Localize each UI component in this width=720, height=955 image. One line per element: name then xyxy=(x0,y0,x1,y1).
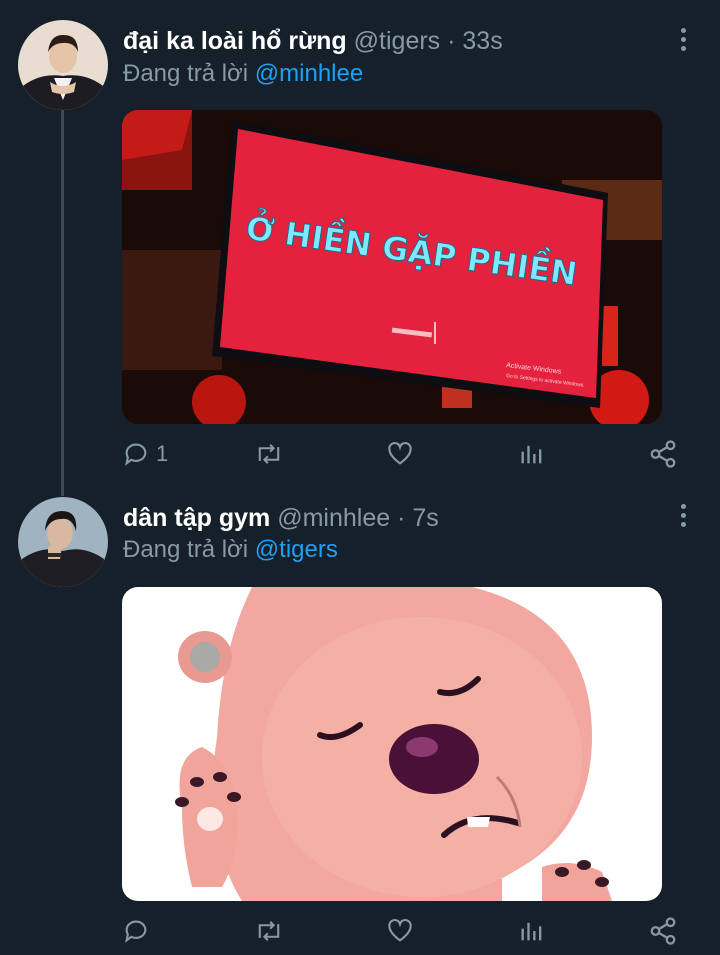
like-icon xyxy=(388,918,412,942)
retweet-button[interactable] xyxy=(254,437,290,471)
analytics-button[interactable] xyxy=(518,914,546,948)
replying-to: Đang trả lời @tigers xyxy=(123,535,338,565)
tweet-image[interactable]: Ở HIỀN GẶP PHIỀN Activate Windows Go to … xyxy=(122,110,662,424)
analytics-icon xyxy=(521,445,542,464)
display-name[interactable]: dân tập gym xyxy=(123,504,270,532)
analytics-icon xyxy=(521,922,542,941)
replying-to-label: Đang trả lời xyxy=(123,60,249,87)
tweet-actions xyxy=(122,914,682,948)
reply-icon xyxy=(125,443,147,466)
share-icon xyxy=(650,440,676,468)
avatar[interactable] xyxy=(18,20,108,110)
tweet-header: dân tập gym @minhlee · 7s xyxy=(123,503,439,533)
reply-icon xyxy=(125,920,147,943)
reply-count: 1 xyxy=(156,441,169,466)
more-options-button[interactable] xyxy=(670,24,696,54)
reply-mention-link[interactable]: @minhlee xyxy=(255,60,363,87)
separator-dot: · xyxy=(397,504,406,532)
like-button[interactable] xyxy=(386,914,420,948)
timestamp[interactable]: 7s xyxy=(412,504,438,532)
more-options-button[interactable] xyxy=(670,500,696,530)
tweet: dân tập gym @minhlee · 7s Đang trả lời @… xyxy=(0,480,720,955)
reply-button[interactable]: 1 xyxy=(122,437,168,471)
tweet: đại ka loài hổ rừng @tigers · 33s Đang t… xyxy=(0,0,720,480)
retweet-icon xyxy=(258,444,280,464)
timestamp[interactable]: 33s xyxy=(462,27,502,55)
replying-to: Đang trả lời @minhlee xyxy=(123,59,363,89)
share-button[interactable] xyxy=(648,437,678,471)
replying-to-label: Đang trả lời xyxy=(123,536,249,563)
avatar[interactable] xyxy=(18,497,108,587)
retweet-icon xyxy=(258,921,280,941)
share-icon xyxy=(650,917,676,945)
more-icon xyxy=(680,27,686,33)
like-button[interactable] xyxy=(386,437,420,471)
username[interactable]: @tigers xyxy=(354,27,441,55)
tweet-actions: 1 xyxy=(122,437,682,471)
separator-dot: · xyxy=(447,27,456,55)
display-name[interactable]: đại ka loài hổ rừng xyxy=(123,27,347,55)
reply-mention-link[interactable]: @tigers xyxy=(255,536,338,563)
more-icon xyxy=(680,503,686,509)
analytics-button[interactable] xyxy=(518,437,546,471)
reply-button[interactable] xyxy=(122,914,156,948)
retweet-button[interactable] xyxy=(254,914,290,948)
username[interactable]: @minhlee xyxy=(277,504,390,532)
tweet-header: đại ka loài hổ rừng @tigers · 33s xyxy=(123,26,503,56)
share-button[interactable] xyxy=(648,914,678,948)
like-icon xyxy=(388,441,412,465)
tweet-image[interactable] xyxy=(122,587,662,901)
